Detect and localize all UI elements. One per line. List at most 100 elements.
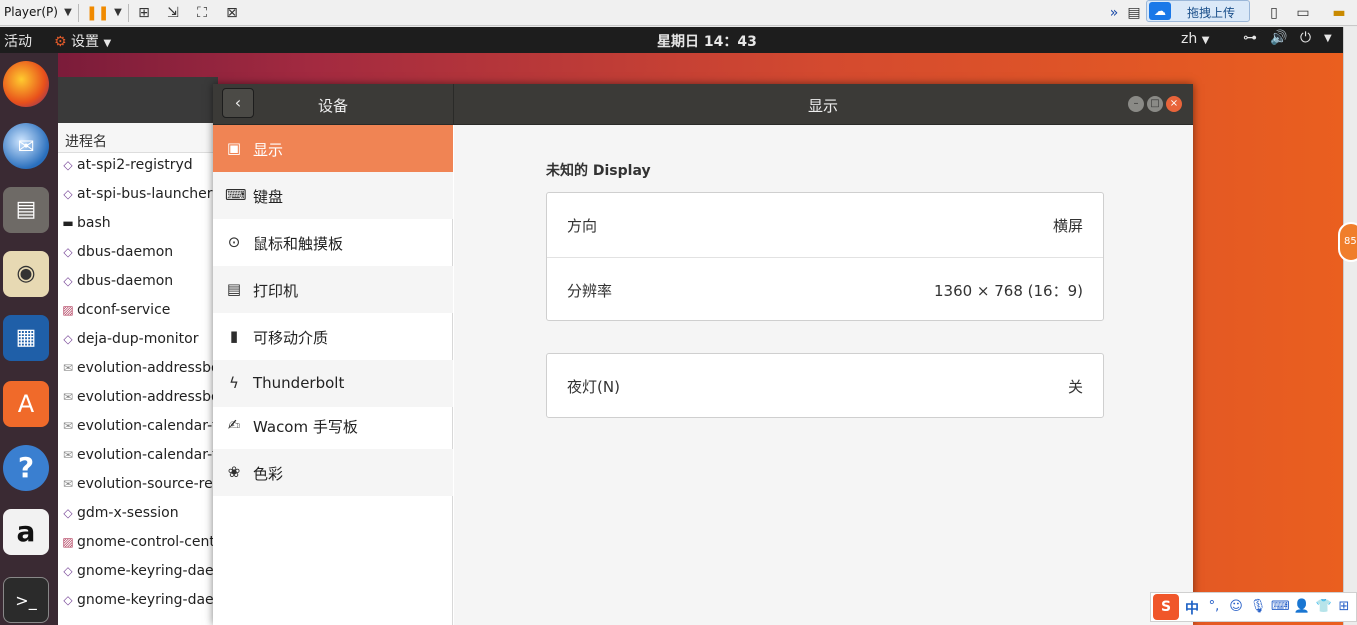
punctuation-icon[interactable]: °, (1205, 597, 1223, 617)
firefox-icon[interactable] (3, 61, 49, 107)
process-row[interactable]: ◇ at-spi-bus-launcher (58, 186, 218, 215)
pause-icon[interactable]: ❚❚ (86, 3, 109, 23)
user-icon[interactable]: 👤 (1293, 597, 1311, 617)
panel-title: 显示 (807, 97, 838, 115)
dropdown-arrow-icon[interactable]: ▼ (58, 3, 78, 23)
maximize-button[interactable]: □ (1147, 96, 1163, 112)
night-light-label: 夜灯(N) (567, 378, 620, 396)
system-monitor-window: 进程名 ◇ at-spi2-registryd ◇ at-spi-bus-launch… (58, 77, 218, 625)
message-icon[interactable]: ▬ (1329, 3, 1349, 23)
thunderbolt-icon: ϟ (229, 374, 239, 392)
process-name: deja-dup-monitor (77, 331, 199, 347)
process-icon: ✉ (62, 477, 74, 491)
resolution-row[interactable]: 分辨率 1360 × 768 (16：9) (547, 257, 1103, 321)
process-row[interactable]: ✉ evolution-addressbo (58, 389, 218, 418)
network-wired-icon[interactable]: ⊶ (1243, 30, 1257, 46)
keyboard-icon[interactable]: ⌨ (1271, 597, 1290, 617)
orientation-row[interactable]: 方向 横屏 (547, 193, 1103, 257)
process-row[interactable]: ▬ bash (58, 215, 218, 244)
process-row[interactable]: ◇ dbus-daemon (58, 244, 218, 273)
dock: ✉ ▤ ◉ ▦ A ? a >_ (0, 53, 58, 625)
process-row[interactable]: ▨ dconf-service (58, 302, 218, 331)
thunderbird-icon[interactable]: ✉ (3, 123, 49, 169)
process-row[interactable]: ✉ evolution-calendar-f (58, 418, 218, 447)
sound-card-icon[interactable]: ▭ (1293, 3, 1313, 23)
toolbox-icon[interactable]: ⊞ (1335, 597, 1353, 617)
printer-device-icon[interactable]: ▤ (1124, 3, 1144, 23)
language-label: zh (1181, 31, 1198, 47)
software-center-icon[interactable]: A (3, 381, 49, 427)
sidebar-item-removable-media[interactable]: ▮ 可移动介质 (213, 313, 453, 360)
process-name: dbus-daemon (77, 244, 174, 260)
toolbar-separator (78, 4, 79, 22)
vm-toolbar: Player(P) ▼ ❚❚ ▼ ⊞ ⇲ ⛶ ⊠ » ▤ ☁ 拖拽上传 ▯ ▭ … (0, 0, 1357, 26)
process-name: evolution-source-reg (77, 476, 218, 492)
sidebar-item-wacom[interactable]: ✍ Wacom 手写板 (213, 402, 453, 449)
unity-icon[interactable]: ⊠ (222, 3, 242, 23)
fullscreen-icon[interactable]: ⛶ (192, 3, 212, 23)
dropdown-arrow-icon[interactable]: ▼ (108, 3, 128, 23)
upload-button[interactable]: ☁ 拖拽上传 (1146, 0, 1250, 22)
process-name: gnome-keyring-daem (77, 592, 218, 608)
more-icon[interactable]: » (1104, 3, 1124, 23)
process-row[interactable]: ◇ at-spi2-registryd (58, 157, 218, 186)
chevron-down-icon: ▼ (1201, 35, 1210, 46)
send-keys-icon[interactable]: ⇲ (163, 3, 183, 23)
amazon-icon[interactable]: a (3, 509, 49, 555)
language-indicator[interactable]: zh ▼ (1181, 31, 1209, 47)
process-row[interactable]: ✉ evolution-addressbo (58, 360, 218, 389)
activities-button[interactable]: 活动 (4, 31, 32, 51)
emoji-icon[interactable]: ☺ (1227, 597, 1245, 617)
sidebar-item-label: 鼠标和触摸板 (253, 235, 344, 253)
ime-mode-label[interactable]: 中 (1185, 598, 1199, 618)
help-icon[interactable]: ? (3, 445, 49, 491)
printer-icon: ▤ (226, 280, 242, 298)
network-icon[interactable]: ⊞ (134, 3, 154, 23)
process-row[interactable]: ◇ dbus-daemon (58, 273, 218, 302)
process-row[interactable]: ◇ gnome-keyring-daem (58, 592, 218, 621)
process-row[interactable]: ✉ evolution-source-reg (58, 476, 218, 505)
vm-scrollbar[interactable] (1343, 27, 1357, 625)
terminal-icon[interactable]: >_ (3, 577, 49, 623)
sogou-logo-icon[interactable]: S (1153, 594, 1179, 620)
process-icon: ✉ (62, 390, 74, 404)
minimize-button[interactable]: – (1128, 96, 1144, 112)
process-icon: ✉ (62, 419, 74, 433)
sidebar-item-keyboard[interactable]: ⌨ 键盘 (213, 172, 453, 219)
volume-icon[interactable]: 🔊 (1270, 30, 1287, 46)
chevron-down-icon[interactable]: ▼ (1324, 33, 1332, 44)
clock[interactable]: 星期日 14：43 (657, 31, 757, 51)
microphone-icon[interactable]: 🎙 (1249, 597, 1267, 617)
process-row[interactable]: ◇ deja-dup-monitor (58, 331, 218, 360)
sidebar-item-mouse[interactable]: ⊙ 鼠标和触摸板 (213, 219, 453, 266)
process-name: evolution-calendar-f (77, 447, 218, 463)
files-icon[interactable]: ▤ (3, 187, 49, 233)
player-menu[interactable]: Player(P) (4, 5, 58, 19)
settings-titlebar: ‹ 设备 显示 – □ × (213, 84, 1193, 125)
app-menu[interactable]: ⚙ 设置 ▼ (54, 31, 111, 51)
mouse-icon: ⊙ (227, 233, 241, 251)
sidebar-item-printer[interactable]: ▤ 打印机 (213, 266, 453, 313)
skin-icon[interactable]: 👕 (1315, 597, 1333, 617)
settings-window: ‹ 设备 显示 – □ × ▣ 显示 ⌨ 键盘 ⊙ 鼠标和触摸板 ▤ 打印机 ▮ 可移动介质 ϟ Th… (213, 84, 1193, 625)
power-icon[interactable]: ⏻ (1300, 30, 1311, 46)
process-icon: ✉ (62, 448, 74, 462)
sidebar-item-thunderbolt[interactable]: ϟ Thunderbolt (213, 360, 453, 407)
process-name: evolution-addressbo (77, 389, 218, 405)
ime-toolbar: S 中 °, ☺ 🎙 ⌨ 👤 👕 ⊞ (1150, 592, 1357, 622)
sidebar-item-color[interactable]: ❀ 色彩 (213, 449, 453, 496)
process-icon: ▨ (62, 303, 74, 317)
close-button[interactable]: × (1166, 96, 1182, 112)
process-row[interactable]: ✉ evolution-calendar-f (58, 447, 218, 476)
night-light-value: 关 (1067, 378, 1083, 396)
night-light-row[interactable]: 夜灯(N) 关 (547, 354, 1103, 418)
process-row[interactable]: ▨ gnome-control-cente (58, 534, 218, 563)
process-name-column-header[interactable]: 进程名 (58, 123, 218, 153)
floating-badge[interactable]: 85 (1338, 222, 1357, 262)
process-row[interactable]: ◇ gdm-x-session (58, 505, 218, 534)
sidebar-item-display[interactable]: ▣ 显示 (213, 125, 453, 172)
process-row[interactable]: ◇ gnome-keyring-daem (58, 563, 218, 592)
usb-icon[interactable]: ▯ (1264, 3, 1284, 23)
rhythmbox-icon[interactable]: ◉ (3, 251, 49, 297)
writer-icon[interactable]: ▦ (3, 315, 49, 361)
